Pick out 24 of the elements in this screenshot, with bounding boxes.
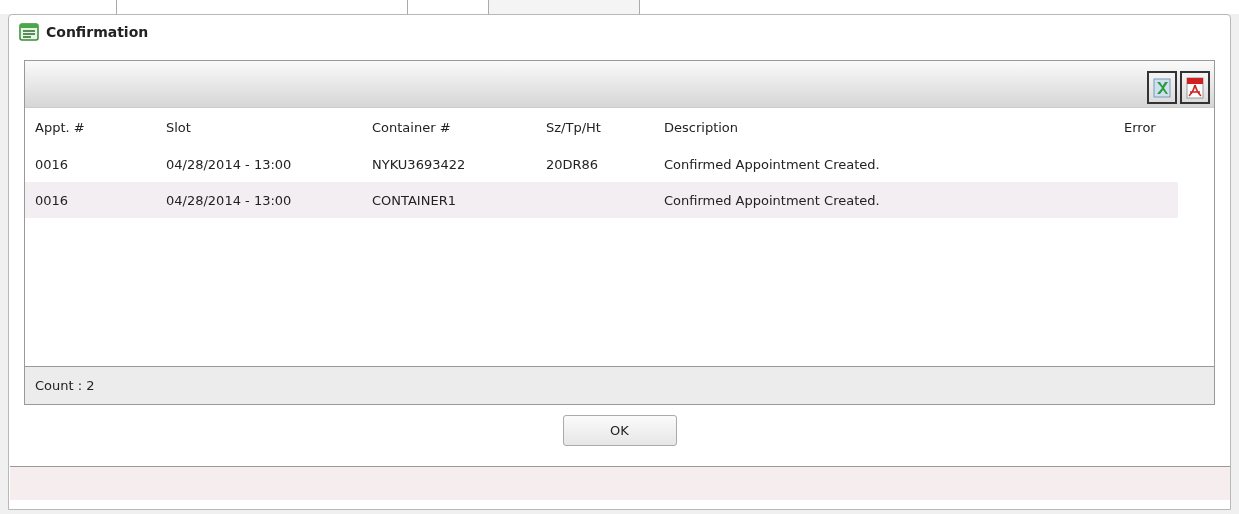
table-cell-text: CONTAINER1 bbox=[371, 192, 457, 208]
table-cell-text: Confirmed Appointment Created. bbox=[663, 156, 881, 172]
export-excel-button[interactable] bbox=[1147, 71, 1177, 104]
table-cell-text: 0016 bbox=[34, 192, 70, 208]
table-row[interactable]: 0016 04/28/2014 - 13:00 CONTAINER1 Confirmed Appointment Created. bbox=[25, 182, 1178, 218]
table-cell-text: Confirmed Appointment Created. bbox=[663, 192, 881, 208]
table-cell-text: 04/28/2014 - 13:00 bbox=[165, 192, 293, 208]
column-header[interactable]: Container # bbox=[362, 119, 536, 135]
column-header[interactable]: Description bbox=[654, 119, 1114, 135]
ok-button[interactable]: OK bbox=[562, 415, 677, 446]
column-header[interactable]: Error bbox=[1114, 119, 1174, 135]
column-header[interactable]: Slot bbox=[156, 119, 362, 135]
table-cell-text: NYKU3693422 bbox=[371, 156, 467, 172]
table-cell-text: 04/28/2014 - 13:00 bbox=[165, 156, 293, 172]
export-pdf-button[interactable] bbox=[1180, 71, 1210, 104]
pdf-icon bbox=[1186, 76, 1204, 99]
column-header[interactable]: Sz/Tp/Ht bbox=[536, 119, 654, 135]
window-title: Confirmation bbox=[46, 24, 149, 40]
record-count: Count : 2 bbox=[35, 378, 95, 393]
column-header[interactable]: Appt. # bbox=[25, 119, 156, 135]
table-cell-text: 0016 bbox=[34, 156, 70, 172]
window-icon bbox=[19, 23, 39, 41]
spreadsheet-icon bbox=[1153, 77, 1171, 98]
table-cell-text: 20DR86 bbox=[545, 156, 600, 172]
